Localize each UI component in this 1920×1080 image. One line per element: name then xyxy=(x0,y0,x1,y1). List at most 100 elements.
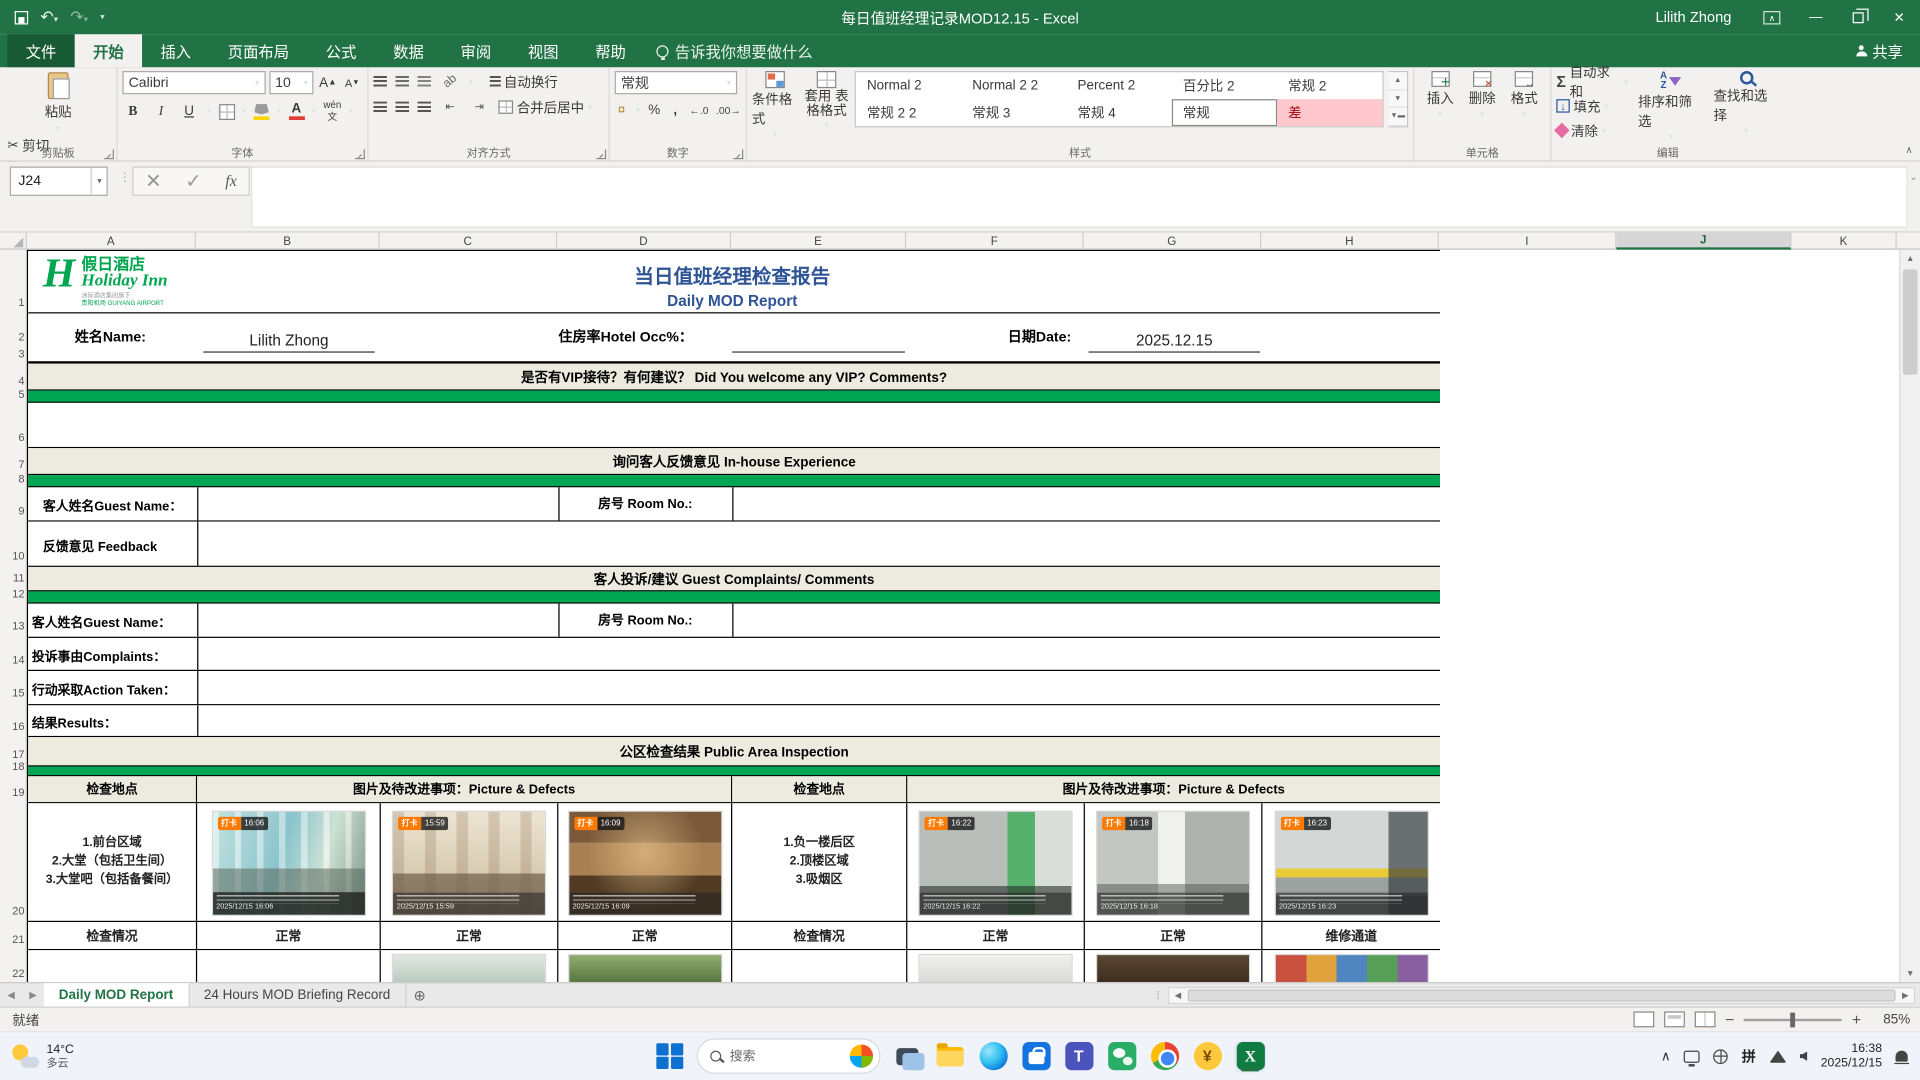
sort-filter-button[interactable]: AZ 排序和筛选▾ xyxy=(1638,71,1704,142)
room-no-cell[interactable] xyxy=(733,487,1440,520)
row-header[interactable]: 8 xyxy=(0,473,24,485)
status-value[interactable]: 正常 xyxy=(1085,922,1263,949)
inspection-photo-lobby[interactable]: 打卡15:59 2025/12/15 15:59 xyxy=(393,812,545,915)
font-family-combo[interactable]: Calibri▾ xyxy=(122,71,265,94)
taskbar-clock[interactable]: 16:38 2025/12/15 xyxy=(1821,1041,1882,1070)
tab-review[interactable]: 审阅 xyxy=(442,34,509,67)
insert-function-icon[interactable]: fx xyxy=(225,171,236,191)
status-value[interactable]: 正常 xyxy=(197,922,381,949)
row-header[interactable]: 18 xyxy=(0,760,24,772)
row-header[interactable]: 20 xyxy=(0,905,24,917)
restore-button[interactable] xyxy=(1837,0,1879,34)
decrease-decimal-icon[interactable]: .00→ xyxy=(716,103,741,115)
account-name[interactable]: Lilith Zhong xyxy=(1655,9,1731,26)
increase-font-icon[interactable]: A▲ xyxy=(318,72,339,93)
notification-bell-icon[interactable] xyxy=(1896,1051,1908,1062)
increase-decimal-icon[interactable]: ←.0 xyxy=(689,103,708,115)
align-center-icon[interactable] xyxy=(396,102,409,113)
tab-home[interactable]: 开始 xyxy=(75,34,142,67)
cell-style-option[interactable]: 常规 3 xyxy=(961,99,1066,126)
cell-style-option[interactable]: Normal 2 2 xyxy=(961,72,1066,99)
status-value[interactable]: 正常 xyxy=(558,922,732,949)
edge-button[interactable] xyxy=(977,1040,1009,1072)
row-header[interactable]: 10 xyxy=(0,550,24,562)
store-button[interactable] xyxy=(1020,1040,1052,1072)
row-header[interactable]: 16 xyxy=(0,720,24,732)
sheet-tab-briefing-record[interactable]: 24 Hours MOD Briefing Record xyxy=(189,983,406,1006)
volume-icon[interactable] xyxy=(1800,1051,1807,1061)
zoom-slider-thumb[interactable] xyxy=(1791,1012,1796,1027)
alignment-dialog-launcher[interactable] xyxy=(596,149,606,159)
scroll-right-icon[interactable]: ▶ xyxy=(1897,991,1914,1001)
cell-style-option[interactable]: Percent 2 xyxy=(1067,72,1172,99)
date-field[interactable]: 2025.12.15 xyxy=(1089,332,1260,353)
zoom-out-icon[interactable]: − xyxy=(1725,1010,1734,1028)
formula-splitter[interactable]: ⋮ xyxy=(119,171,131,184)
cell-style-option-bad[interactable]: 差 xyxy=(1277,99,1382,126)
complaints-cell[interactable] xyxy=(198,638,1440,670)
name-box[interactable]: J24▾ xyxy=(10,167,108,196)
start-button[interactable] xyxy=(654,1040,686,1072)
delete-cells-button[interactable]: ✕删除▾ xyxy=(1461,71,1503,119)
row-header[interactable]: 11 xyxy=(0,572,24,584)
cell-style-option[interactable]: 百分比 2 xyxy=(1172,72,1277,99)
row-header[interactable]: 9 xyxy=(0,504,24,516)
vip-answer-cell[interactable] xyxy=(28,403,1440,448)
vertical-scroll-thumb[interactable] xyxy=(1903,269,1918,374)
occupancy-field[interactable] xyxy=(732,332,905,353)
zoom-slider[interactable] xyxy=(1744,1018,1842,1020)
inspection-photo-lobby-bar[interactable]: 打卡16:09 2025/12/15 16:09 xyxy=(569,812,721,915)
column-header[interactable]: C xyxy=(380,233,558,250)
decrease-indent-icon[interactable]: ⇤ xyxy=(440,97,461,118)
wechat-button[interactable] xyxy=(1106,1040,1138,1072)
expand-formula-bar-icon[interactable]: ⌄ xyxy=(1909,171,1917,182)
excel-taskbar-button[interactable]: X xyxy=(1234,1040,1266,1072)
sheet-nav-left-icon[interactable]: ◀ xyxy=(0,983,22,1006)
ribbon-display-options-button[interactable]: ∧ xyxy=(1753,0,1795,34)
inspection-photo-front-desk[interactable]: 打卡16:06 2025/12/15 16:06 xyxy=(212,812,364,915)
format-cells-button[interactable]: ↔格式▾ xyxy=(1503,71,1545,119)
teams-button[interactable]: T xyxy=(1063,1040,1095,1072)
row-header[interactable]: 4 xyxy=(0,375,24,387)
customize-qat-button[interactable]: ▾ xyxy=(100,12,104,22)
horizontal-scrollbar[interactable]: ◀ ▶ xyxy=(1168,987,1915,1004)
row-header[interactable]: 17 xyxy=(0,748,24,760)
row-header[interactable]: 21 xyxy=(0,933,24,945)
inspection-photo-partial[interactable] xyxy=(1097,955,1249,982)
save-icon[interactable] xyxy=(15,10,28,23)
scroll-left-icon[interactable]: ◀ xyxy=(1169,991,1186,1001)
clear-button[interactable]: 清除▾ xyxy=(1556,120,1628,141)
tab-file[interactable]: 文件 xyxy=(7,34,74,67)
cell-style-option[interactable]: 常规 2 xyxy=(1277,72,1382,99)
scroll-up-icon[interactable]: ▲ xyxy=(1900,250,1920,267)
confirm-entry-icon[interactable]: ✓ xyxy=(185,169,201,193)
normal-view-icon[interactable] xyxy=(1633,1011,1654,1027)
collapse-ribbon-icon[interactable]: ∧ xyxy=(1905,144,1912,155)
row-header[interactable]: 5 xyxy=(0,388,24,400)
row-header[interactable]: 2 xyxy=(0,331,24,343)
row-header[interactable]: 6 xyxy=(0,431,24,443)
action-cell[interactable] xyxy=(198,671,1440,704)
new-sheet-icon[interactable]: ⊕ xyxy=(406,983,433,1006)
inspection-photo-partial[interactable] xyxy=(1275,955,1427,982)
cell-style-option[interactable]: 常规 2 2 xyxy=(856,99,961,126)
cancel-entry-icon[interactable]: ✕ xyxy=(145,169,161,193)
display-tray-icon[interactable] xyxy=(1684,1050,1700,1062)
worksheet-grid[interactable]: 1 2 3 4 5 6 7 8 9 10 11 12 13 14 15 16 1… xyxy=(0,250,1920,982)
phonetic-guide-button[interactable]: wén文 xyxy=(323,99,341,123)
network-globe-icon[interactable] xyxy=(1714,1049,1729,1064)
hidden-icons-chevron[interactable]: ∧ xyxy=(1661,1048,1671,1064)
row-header[interactable]: 7 xyxy=(0,458,24,470)
font-color-button[interactable]: A xyxy=(288,103,304,120)
page-break-view-icon[interactable] xyxy=(1694,1011,1715,1027)
room-no-cell-2[interactable] xyxy=(733,604,1440,637)
orientation-icon[interactable]: ab xyxy=(435,67,464,96)
decrease-font-icon[interactable]: A▼ xyxy=(342,72,363,93)
gallery-up-icon[interactable]: ▲ xyxy=(1389,72,1407,90)
inspection-photo-back-area[interactable]: 打卡16:22 2025/12/15 16:22 xyxy=(920,812,1072,915)
weather-widget[interactable]: 14°C多云 xyxy=(12,1043,74,1070)
italic-button[interactable]: I xyxy=(151,101,172,122)
column-header[interactable]: I xyxy=(1439,233,1617,250)
feedback-cell[interactable] xyxy=(198,522,1440,566)
number-format-combo[interactable]: 常规▾ xyxy=(615,71,737,94)
